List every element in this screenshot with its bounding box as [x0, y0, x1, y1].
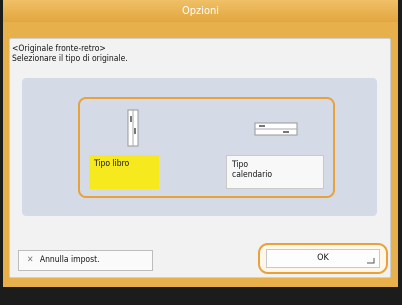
- enter-corner-icon: [367, 258, 375, 264]
- option-tipo-calendario[interactable]: Tipo calendario: [226, 155, 324, 189]
- option-label: Tipo libro: [94, 159, 130, 169]
- option-label-line1: Tipo: [232, 160, 249, 170]
- instruction-subtext: Selezionare il tipo di originale.: [12, 54, 128, 64]
- option-tipo-libro[interactable]: Tipo libro: [89, 155, 159, 189]
- ok-button-outline: OK: [258, 243, 388, 274]
- instruction-heading: <Originale fronte-retro>: [12, 44, 106, 54]
- ok-label: OK: [317, 253, 329, 263]
- dialog-title: Opzioni: [3, 0, 398, 22]
- cancel-settings-button[interactable]: ✕ Annulla impost.: [18, 250, 153, 271]
- close-icon: ✕: [27, 255, 34, 265]
- calendar-original-icon: [254, 122, 298, 136]
- book-original-icon: [127, 109, 139, 147]
- cancel-label: Annulla impost.: [39, 255, 100, 265]
- instruction-text: <Originale fronte-retro> Selezionare il …: [12, 44, 372, 64]
- option-label-line2: calendario: [232, 170, 273, 180]
- ok-button[interactable]: OK: [266, 249, 380, 268]
